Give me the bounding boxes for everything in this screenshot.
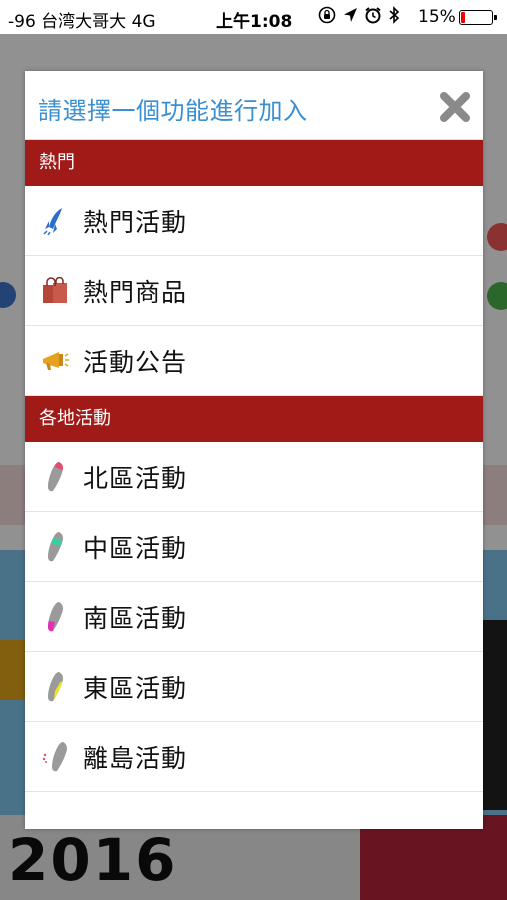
alarm-icon: [365, 7, 381, 24]
taiwan-north-icon: [41, 461, 69, 493]
carrier-label: -96 台湾大哥大 4G: [8, 12, 156, 32]
menu-item-hot-products[interactable]: 熱門商品: [25, 256, 483, 326]
rocket-icon: [41, 205, 69, 237]
status-icons: [318, 6, 400, 24]
taiwan-south-icon: [41, 601, 69, 633]
megaphone-icon: [41, 345, 69, 377]
menu-item-islands-events[interactable]: 離島活動: [25, 722, 483, 792]
menu-item-label: 北區活動: [83, 463, 188, 493]
bluetooth-icon: [389, 6, 400, 24]
orientation-lock-icon: [318, 6, 336, 24]
menu-item-label: 中區活動: [83, 533, 188, 563]
close-button[interactable]: [437, 89, 473, 125]
battery-level: [461, 12, 466, 23]
close-x-icon: [440, 92, 470, 122]
taiwan-east-icon: [41, 671, 69, 703]
shopping-bag-icon: [41, 275, 69, 307]
menu-item-east-events[interactable]: 東區活動: [25, 652, 483, 722]
menu-item-label: 南區活動: [83, 603, 188, 633]
battery-percent: 15%: [418, 7, 456, 27]
menu-item-label: 離島活動: [83, 743, 188, 773]
clock: 上午1:08: [216, 12, 293, 32]
menu-item-north-events[interactable]: 北區活動: [25, 442, 483, 512]
section-header-regional: 各地活動: [25, 396, 483, 442]
section-header-hot: 熱門: [25, 140, 483, 186]
dialog-header: 請選擇一個功能進行加入: [25, 71, 483, 140]
status-bar: -96 台湾大哥大 4G 上午1:08 15%: [0, 0, 507, 34]
menu-item-label: 熱門活動: [83, 207, 188, 237]
add-function-dialog: 請選擇一個功能進行加入 熱門 熱門活動 熱門商品 活動公告 各地活動 北區活動 …: [25, 71, 483, 829]
menu-item-central-events[interactable]: 中區活動: [25, 512, 483, 582]
taiwan-central-icon: [41, 531, 69, 563]
dialog-title: 請選擇一個功能進行加入: [38, 97, 308, 125]
menu-item-announcements[interactable]: 活動公告: [25, 326, 483, 396]
location-arrow-icon: [344, 8, 357, 22]
battery-icon: [459, 10, 497, 25]
menu-item-label: 東區活動: [83, 673, 188, 703]
menu-item-south-events[interactable]: 南區活動: [25, 582, 483, 652]
taiwan-islands-icon: [41, 741, 69, 773]
menu-item-hot-events[interactable]: 熱門活動: [25, 186, 483, 256]
menu-item-label: 活動公告: [83, 347, 188, 377]
menu-item-label: 熱門商品: [83, 277, 188, 307]
